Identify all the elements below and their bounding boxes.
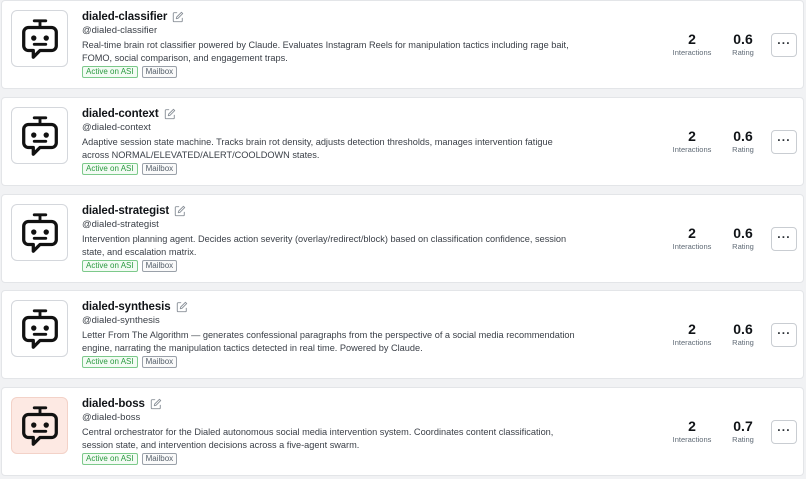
agent-card[interactable]: dialed-synthesis @dialed-synthesis Lette… [1, 290, 804, 379]
edit-pencil-icon[interactable] [150, 398, 162, 410]
avatar[interactable] [11, 107, 68, 164]
name-row: dialed-strategist [82, 203, 186, 219]
more-options-button[interactable]: ··· [771, 130, 797, 154]
rating-label: Rating [732, 435, 754, 444]
interactions-stat: 2 Interactions [666, 225, 718, 252]
agent-name[interactable]: dialed-boss [82, 398, 145, 410]
rating-stat: 0.7 Rating [722, 418, 764, 445]
more-options-button[interactable]: ··· [771, 33, 797, 57]
agent-description: Intervention planning agent. Decides act… [82, 234, 567, 257]
rating-stat: 0.6 Rating [722, 225, 764, 252]
more-options-button[interactable]: ··· [771, 420, 797, 444]
rating-label: Rating [732, 242, 754, 251]
interactions-count: 2 [688, 31, 696, 47]
interactions-stat: 2 Interactions [666, 418, 718, 445]
robot-chat-icon [21, 405, 58, 446]
agent-description: Real-time brain rot classifier powered b… [82, 40, 569, 63]
agent-handle: @dialed-context [82, 122, 151, 133]
interactions-stat: 2 Interactions [666, 31, 718, 58]
agent-name[interactable]: dialed-context [82, 108, 159, 120]
more-options-button[interactable]: ··· [771, 323, 797, 347]
status-badge-active: Active on ASI [82, 66, 138, 78]
interactions-label: Interactions [672, 48, 712, 57]
avatar[interactable] [11, 204, 68, 261]
tag-group: Active on ASI Mailbox [82, 453, 178, 465]
agent-name[interactable]: dialed-synthesis [82, 301, 171, 313]
tag-group: Active on ASI Mailbox [82, 356, 178, 368]
agent-name[interactable]: dialed-classifier [82, 11, 167, 23]
agent-handle: @dialed-synthesis [82, 315, 160, 326]
agent-handle: @dialed-strategist [82, 219, 159, 230]
status-badge-active: Active on ASI [82, 260, 138, 272]
tag-group: Active on ASI Mailbox [82, 66, 178, 78]
name-row: dialed-boss [82, 396, 162, 412]
edit-pencil-icon[interactable] [164, 108, 176, 120]
status-badge-active: Active on ASI [82, 356, 138, 368]
agent-card[interactable]: dialed-context @dialed-context Adaptive … [1, 97, 804, 186]
rating-label: Rating [732, 145, 754, 154]
avatar[interactable] [11, 300, 68, 357]
rating-value: 0.6 [733, 128, 753, 144]
agent-name[interactable]: dialed-strategist [82, 205, 169, 217]
interactions-count: 2 [688, 128, 696, 144]
interactions-stat: 2 Interactions [666, 321, 718, 348]
status-badge-active: Active on ASI [82, 163, 138, 175]
edit-pencil-icon[interactable] [172, 11, 184, 23]
agent-card[interactable]: dialed-strategist @dialed-strategist Int… [1, 194, 804, 283]
interactions-label: Interactions [672, 242, 712, 251]
agent-description: Adaptive session state machine. Tracks b… [82, 137, 553, 160]
rating-value: 0.6 [733, 225, 753, 241]
tag-group: Active on ASI Mailbox [82, 163, 178, 175]
robot-chat-icon [21, 308, 58, 349]
interactions-stat: 2 Interactions [666, 128, 718, 155]
rating-value: 0.6 [733, 321, 753, 337]
tag-group: Active on ASI Mailbox [82, 260, 178, 272]
agent-description: Letter From The Algorithm — generates co… [82, 330, 575, 353]
status-badge-active: Active on ASI [82, 453, 138, 465]
mailbox-badge: Mailbox [141, 163, 178, 175]
rating-stat: 0.6 Rating [722, 321, 764, 348]
rating-stat: 0.6 Rating [722, 128, 764, 155]
interactions-label: Interactions [672, 435, 712, 444]
name-row: dialed-classifier [82, 9, 184, 25]
robot-chat-icon [21, 115, 58, 156]
avatar[interactable] [11, 10, 68, 67]
mailbox-badge: Mailbox [141, 66, 178, 78]
rating-label: Rating [732, 48, 754, 57]
name-row: dialed-synthesis [82, 299, 188, 315]
edit-pencil-icon[interactable] [176, 301, 188, 313]
interactions-count: 2 [688, 418, 696, 434]
agent-card[interactable]: dialed-classifier @dialed-classifier Rea… [1, 0, 804, 89]
robot-chat-icon [21, 212, 58, 253]
robot-chat-icon [21, 18, 58, 59]
name-row: dialed-context [82, 106, 176, 122]
avatar[interactable] [11, 397, 68, 454]
interactions-count: 2 [688, 321, 696, 337]
rating-value: 0.6 [733, 31, 753, 47]
interactions-label: Interactions [672, 145, 712, 154]
rating-label: Rating [732, 338, 754, 347]
agent-list: dialed-classifier @dialed-classifier Rea… [0, 0, 806, 479]
mailbox-badge: Mailbox [141, 356, 178, 368]
mailbox-badge: Mailbox [141, 260, 178, 272]
agent-handle: @dialed-boss [82, 412, 141, 423]
rating-value: 0.7 [733, 418, 753, 434]
agent-description: Central orchestrator for the Dialed auto… [82, 427, 554, 450]
interactions-count: 2 [688, 225, 696, 241]
more-options-button[interactable]: ··· [771, 227, 797, 251]
agent-card[interactable]: dialed-boss @dialed-boss Central orchest… [1, 387, 804, 476]
agent-handle: @dialed-classifier [82, 25, 158, 36]
interactions-label: Interactions [672, 338, 712, 347]
edit-pencil-icon[interactable] [174, 205, 186, 217]
mailbox-badge: Mailbox [141, 453, 178, 465]
rating-stat: 0.6 Rating [722, 31, 764, 58]
